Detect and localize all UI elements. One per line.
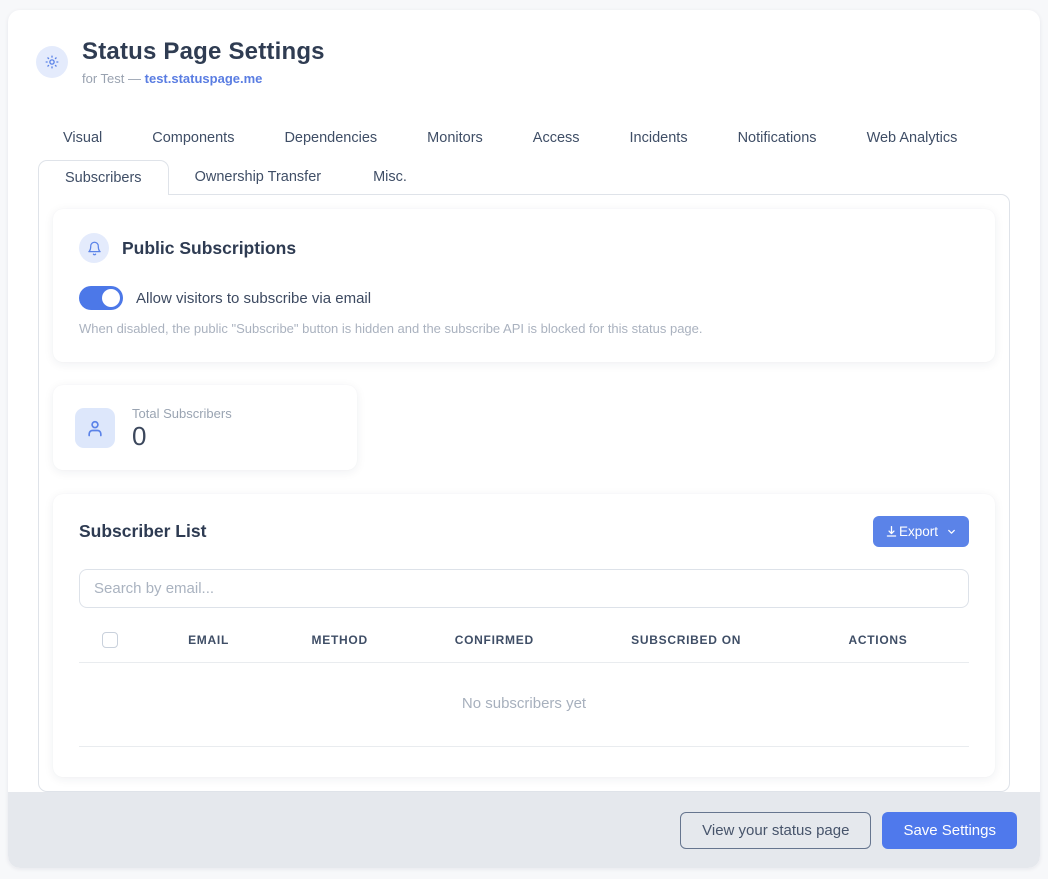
export-button[interactable]: Export	[873, 516, 969, 547]
tab-misc[interactable]: Misc.	[347, 160, 433, 194]
public-subscriptions-card: Public Subscriptions Allow visitors to s…	[53, 209, 995, 362]
tab-row-primary: Visual Components Dependencies Monitors …	[38, 120, 1010, 156]
tab-notifications[interactable]: Notifications	[713, 120, 842, 156]
column-header-method: METHOD	[276, 633, 403, 647]
subscribe-helper-text: When disabled, the public "Subscribe" bu…	[79, 321, 969, 336]
public-subscriptions-title: Public Subscriptions	[122, 238, 296, 259]
status-page-settings-card: Status Page Settings for Test — test.sta…	[8, 10, 1040, 868]
export-button-label: Export	[899, 524, 938, 539]
subscriber-table: EMAIL METHOD CONFIRMED SUBSCRIBED ON ACT…	[79, 632, 969, 773]
total-subscribers-stat: Total Subscribers 0	[132, 406, 232, 449]
chevron-down-icon	[946, 526, 957, 537]
tab-access[interactable]: Access	[508, 120, 605, 156]
page-header: Status Page Settings for Test — test.sta…	[8, 10, 1040, 86]
subscriber-list-card: Subscriber List Export	[53, 494, 995, 777]
subtitle-prefix: for Test —	[82, 71, 141, 86]
select-all-checkbox[interactable]	[102, 632, 118, 648]
status-page-link[interactable]: test.statuspage.me	[145, 71, 263, 86]
column-header-actions: ACTIONS	[787, 633, 969, 647]
tab-monitors[interactable]: Monitors	[402, 120, 508, 156]
column-header-subscribed-on: SUBSCRIBED ON	[585, 633, 787, 647]
subscribe-toggle[interactable]	[79, 286, 123, 310]
empty-state-message: No subscribers yet	[79, 663, 969, 747]
tab-incidents[interactable]: Incidents	[605, 120, 713, 156]
bell-icon	[79, 233, 109, 263]
subscriber-list-header: Subscriber List Export	[79, 516, 969, 547]
subscribers-panel: Public Subscriptions Allow visitors to s…	[38, 194, 1010, 792]
settings-tabs: Visual Components Dependencies Monitors …	[8, 120, 1040, 194]
toggle-knob	[102, 289, 120, 307]
total-subscribers-label: Total Subscribers	[132, 406, 232, 421]
tab-components[interactable]: Components	[127, 120, 259, 156]
footer-action-bar: View your status page Save Settings	[8, 792, 1040, 868]
tab-visual[interactable]: Visual	[38, 120, 127, 156]
tab-web-analytics[interactable]: Web Analytics	[842, 120, 983, 156]
subscribe-toggle-row: Allow visitors to subscribe via email	[79, 286, 969, 310]
tab-dependencies[interactable]: Dependencies	[259, 120, 402, 156]
tab-ownership-transfer[interactable]: Ownership Transfer	[169, 160, 348, 194]
column-header-email: EMAIL	[141, 633, 276, 647]
table-tail-spacer	[79, 747, 969, 773]
tab-row-secondary: Subscribers Ownership Transfer Misc.	[38, 160, 1010, 194]
public-subscriptions-header: Public Subscriptions	[79, 233, 969, 263]
gear-icon	[36, 46, 68, 78]
total-subscribers-value: 0	[132, 423, 232, 449]
save-settings-button[interactable]: Save Settings	[882, 812, 1017, 849]
download-icon	[885, 525, 898, 538]
subscribe-toggle-label: Allow visitors to subscribe via email	[136, 290, 371, 307]
header-text: Status Page Settings for Test — test.sta…	[82, 38, 325, 86]
page-subtitle: for Test — test.statuspage.me	[82, 71, 325, 86]
column-header-confirmed: CONFIRMED	[403, 633, 585, 647]
search-input[interactable]	[79, 569, 969, 608]
select-all-cell	[79, 632, 141, 648]
page-title: Status Page Settings	[82, 38, 325, 66]
subscriber-list-title: Subscriber List	[79, 521, 206, 542]
tab-subscribers[interactable]: Subscribers	[38, 160, 169, 195]
view-status-page-button[interactable]: View your status page	[680, 812, 871, 849]
user-icon	[75, 408, 115, 448]
table-header-row: EMAIL METHOD CONFIRMED SUBSCRIBED ON ACT…	[79, 632, 969, 663]
total-subscribers-card: Total Subscribers 0	[53, 385, 357, 470]
